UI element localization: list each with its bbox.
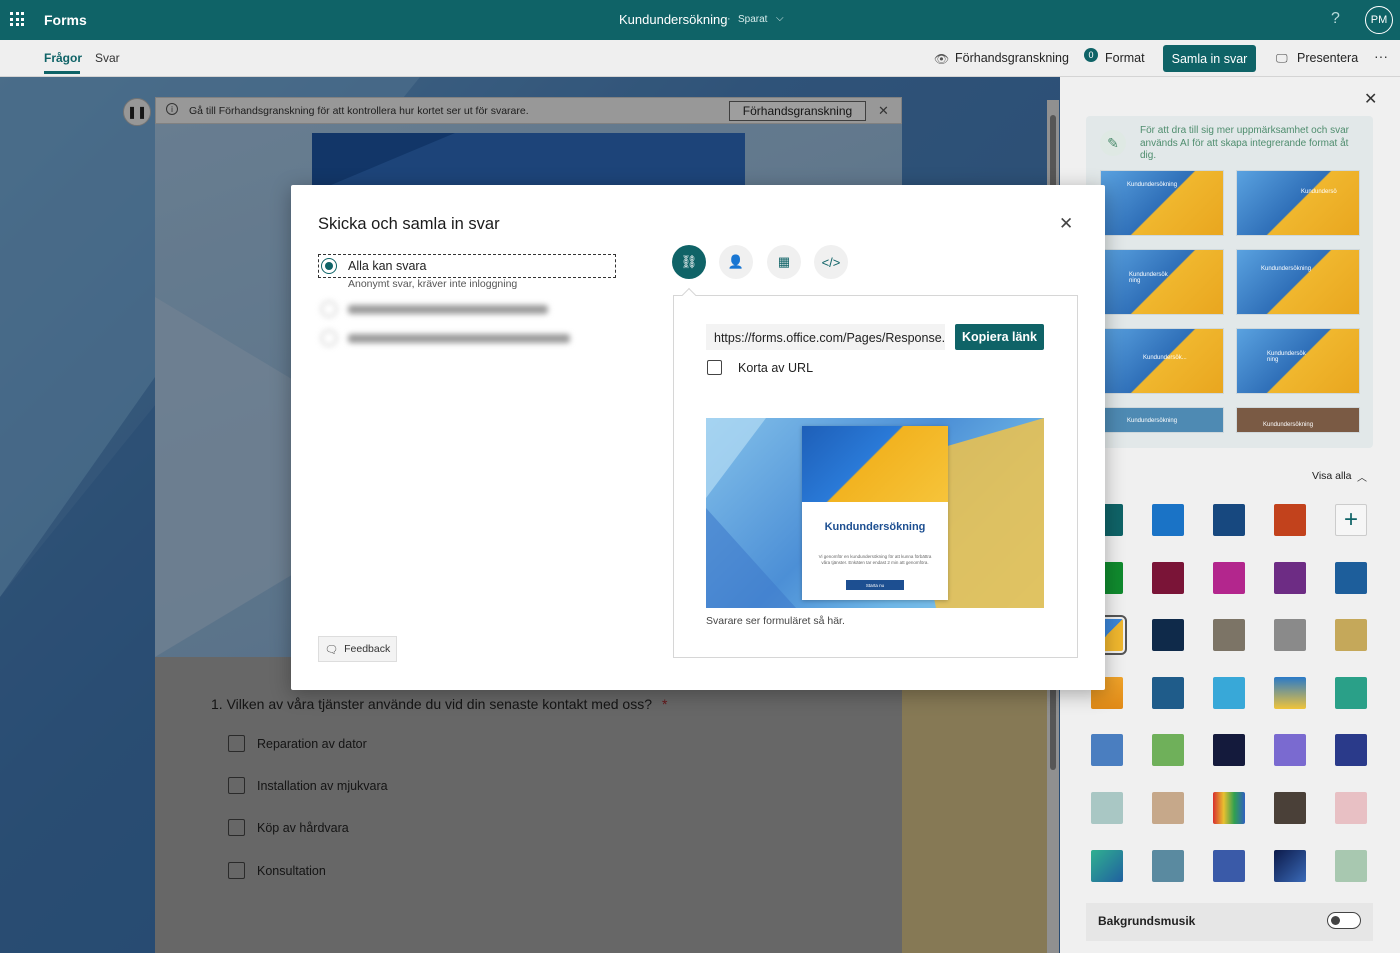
theme-swatch[interactable] (1152, 734, 1184, 766)
radio-unselected[interactable] (321, 301, 337, 317)
show-all-link[interactable]: Visa alla (1312, 470, 1352, 482)
monitor-icon: 🖵 (1276, 51, 1288, 65)
format-badge-icon: 0 (1084, 48, 1098, 62)
app-launcher-icon[interactable] (10, 12, 24, 26)
theme-thumbnail[interactable]: Kundundersök ning (1236, 328, 1360, 394)
theme-swatch[interactable] (1213, 677, 1245, 709)
background-music-label: Bakgrundsmusik (1098, 914, 1196, 928)
option-description: Anonymt svar, kräver inte inloggning (348, 278, 518, 290)
theme-thumbnail[interactable]: Kundundersö (1236, 170, 1360, 236)
color-swatch[interactable] (1152, 504, 1184, 536)
theme-swatch[interactable] (1152, 850, 1184, 882)
theme-thumbnail[interactable]: Kundundersökning (1100, 170, 1224, 236)
thumbnail-label: Kundundersökning (1261, 266, 1312, 272)
close-icon[interactable]: ✕ (1364, 89, 1377, 109)
theme-swatch[interactable] (1152, 677, 1184, 709)
thumbnail-label: Kundundersökning (1127, 182, 1178, 188)
collect-responses-button[interactable]: Samla in svar (1163, 45, 1256, 72)
theme-thumbnail[interactable]: Kundundersök ning (1100, 249, 1224, 315)
theme-thumbnail[interactable]: Kundundersökning (1236, 249, 1360, 315)
theme-swatch[interactable] (1274, 677, 1306, 709)
embed-code-icon[interactable]: </> (814, 245, 848, 279)
theme-thumbnail[interactable]: Kundundersök... (1100, 328, 1224, 394)
dialog-title: Skicka och samla in svar (318, 215, 500, 233)
eye-icon: 👁 (934, 52, 950, 66)
help-icon[interactable]: ? (1331, 10, 1340, 28)
feedback-label: Feedback (344, 643, 391, 655)
color-swatch[interactable] (1213, 562, 1245, 594)
color-swatch[interactable] (1213, 504, 1245, 536)
theme-thumbnail[interactable]: Kundundersökning (1100, 407, 1224, 433)
active-tab-indicator (44, 71, 80, 74)
share-person-icon[interactable]: 👤 (719, 245, 753, 279)
theme-swatch[interactable] (1213, 734, 1245, 766)
theme-swatch[interactable] (1152, 792, 1184, 824)
color-swatch[interactable] (1335, 562, 1367, 594)
theme-swatch[interactable] (1091, 850, 1123, 882)
theme-swatch[interactable] (1091, 734, 1123, 766)
video-theme-swatch[interactable] (1335, 619, 1367, 651)
theme-swatch[interactable] (1274, 792, 1306, 824)
shorten-url-checkbox[interactable] (707, 360, 722, 375)
preview-start-button: Starta nu (846, 580, 904, 590)
preview-button[interactable]: Förhandsgranskning (955, 51, 1069, 65)
preview-title: Kundundersökning (824, 521, 926, 533)
chevron-up-icon[interactable]: ︿ (1357, 469, 1367, 484)
theme-swatch[interactable] (1213, 792, 1245, 824)
ai-description: För att dra till sig mer uppmärksamhet o… (1140, 125, 1349, 161)
copy-link-button[interactable]: Kopiera länk (955, 324, 1044, 350)
color-swatch[interactable] (1274, 504, 1306, 536)
avatar[interactable]: PM (1365, 6, 1393, 34)
chevron-down-icon[interactable]: ⌵ (776, 13, 784, 24)
theme-swatch[interactable] (1335, 677, 1367, 709)
tab-questions[interactable]: Frågor (44, 51, 82, 65)
format-button[interactable]: Format (1105, 51, 1145, 65)
more-options-button[interactable]: ··· (1374, 48, 1388, 64)
toggle-knob (1331, 916, 1340, 925)
theme-swatch[interactable] (1091, 792, 1123, 824)
video-theme-swatch[interactable] (1274, 619, 1306, 651)
document-title[interactable]: Kundundersökning (619, 12, 727, 27)
preview-description: Vi genomför en kundundersökning för att … (818, 554, 932, 565)
radio-dot (325, 262, 333, 270)
share-url-field[interactable]: https://forms.office.com/Pages/Response.… (706, 324, 945, 350)
option-label: Alla kan svara (348, 259, 427, 273)
theme-swatch[interactable] (1335, 792, 1367, 824)
thumbnail-label: Kundundersök... (1143, 355, 1187, 361)
video-theme-swatch[interactable] (1152, 619, 1184, 651)
theme-swatch[interactable] (1274, 850, 1306, 882)
theme-swatch[interactable] (1213, 850, 1245, 882)
video-theme-swatch[interactable] (1213, 619, 1245, 651)
comment-icon: 🗨 (324, 643, 339, 656)
thumbnail-label: Kundundersökning (1263, 422, 1314, 428)
qr-code-icon[interactable]: ▦ (767, 245, 801, 279)
add-custom-color-icon[interactable]: + (1335, 504, 1367, 536)
preview-caption: Svarare ser formuläret så här. (706, 615, 845, 627)
save-status[interactable]: Sparat (738, 14, 767, 25)
present-button[interactable]: Presentera (1297, 51, 1358, 65)
thumbnail-label: Kundundersö (1301, 189, 1337, 195)
title-separator: · (727, 13, 731, 25)
thumbnail-label: Kundundersök ning (1129, 272, 1168, 284)
tab-responses[interactable]: Svar (95, 51, 120, 65)
thumbnail-label: Kundundersök ning (1267, 351, 1306, 363)
theme-thumbnail[interactable]: Kundundersökning (1236, 407, 1360, 433)
radio-unselected[interactable] (321, 330, 337, 346)
close-icon[interactable]: ✕ (1059, 214, 1073, 234)
blurred-option (348, 334, 570, 343)
shorten-url-label: Korta av URL (738, 361, 814, 375)
theme-swatch[interactable] (1335, 734, 1367, 766)
color-swatch[interactable] (1152, 562, 1184, 594)
feedback-button[interactable]: 🗨 Feedback (318, 636, 397, 662)
theme-swatch[interactable] (1274, 734, 1306, 766)
color-swatch[interactable] (1274, 562, 1306, 594)
sparkle-icon: ✎ (1100, 130, 1126, 156)
link-icon[interactable]: ⛓ (672, 245, 706, 279)
app-name[interactable]: Forms (44, 12, 87, 28)
preview-card-image (802, 426, 948, 502)
theme-swatch[interactable] (1335, 850, 1367, 882)
blurred-option (348, 305, 548, 314)
thumbnail-label: Kundundersökning (1127, 418, 1178, 424)
